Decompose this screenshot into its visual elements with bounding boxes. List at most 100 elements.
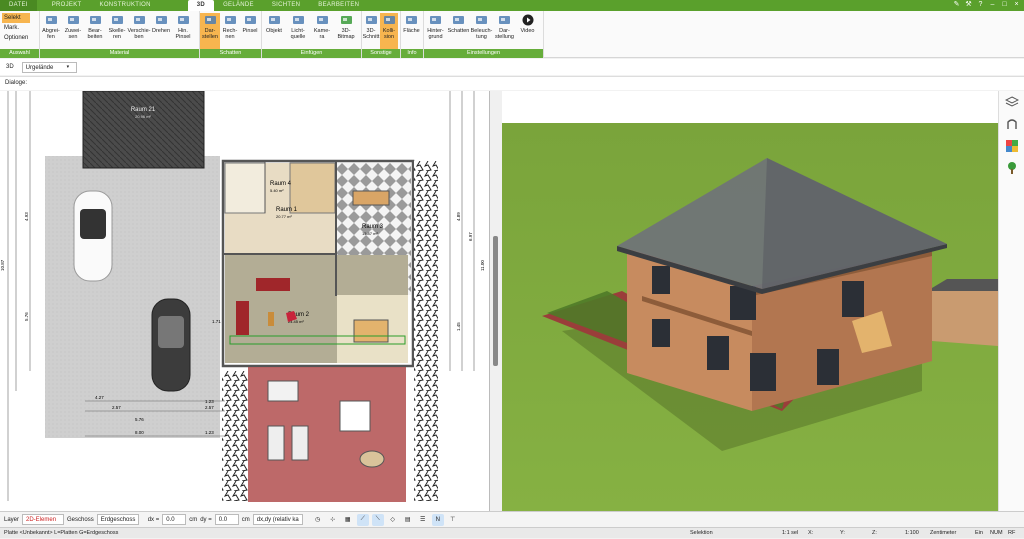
status-scale: 1:100 (905, 530, 919, 536)
pinsel-button[interactable]: Pinsel (240, 13, 260, 49)
sunbed (291, 425, 309, 461)
floor-plan-canvas[interactable]: Raum 21 20.96 m² Raum 4 5.40 m² Raum 1 2… (0, 91, 490, 511)
view-bar: 3D Urgelände ▾ (0, 59, 1024, 75)
layers-icon[interactable]: ◇ (387, 514, 399, 526)
video-button[interactable]: Video (516, 13, 539, 49)
zuweisen-icon (66, 13, 80, 26)
3dbitmap-button[interactable]: 3D- Bitmap (334, 13, 358, 49)
video-icon (521, 13, 535, 26)
status-x: X: (808, 530, 814, 536)
dimension: 4.89 (456, 212, 461, 221)
dy-input[interactable]: 0.0 (214, 514, 239, 525)
tool-icon[interactable]: ⚒ (965, 1, 972, 9)
material-icon[interactable] (999, 135, 1024, 157)
status-unit: Zentimeter (930, 530, 957, 536)
garden-table (339, 400, 371, 432)
mark-button[interactable]: Mark. (2, 23, 30, 33)
zuweisen-button[interactable]: Zuwei- sen (62, 13, 84, 49)
tab-bearbeiten[interactable]: BEARBEITEN (309, 0, 368, 11)
dimension: 5.76 (135, 417, 144, 422)
line-icon[interactable]: ⟋ (356, 513, 369, 526)
objekt-button[interactable]: Objekt (262, 13, 286, 49)
hintergrund-button[interactable]: Hinter- grund (424, 13, 447, 49)
button-label: Fläche (403, 28, 420, 34)
help-icon[interactable]: ? (977, 1, 984, 9)
select-button[interactable]: Selekt (2, 13, 31, 23)
3d-view[interactable] (502, 91, 998, 511)
tab-datei[interactable]: DATEI (0, 0, 37, 11)
sunbed (267, 425, 285, 461)
skelleren-icon (110, 13, 124, 26)
dimension: 4.93 (24, 212, 29, 221)
room-label: Raum 4 (270, 181, 292, 187)
view-mode: 3D (6, 64, 14, 70)
floor-select[interactable]: Erdgeschoss (96, 514, 139, 525)
abgreifen-button[interactable]: Abgrei- fen (40, 13, 62, 49)
room-label: Raum 3 (362, 224, 384, 230)
button-label: Rech- nen (222, 28, 238, 40)
rechnen-button[interactable]: Rech- nen (220, 13, 240, 49)
kollision-button[interactable]: Kolli- sion (380, 13, 398, 49)
pin-icon[interactable]: ✎ (953, 1, 960, 9)
layers-icon[interactable] (999, 91, 1024, 113)
right-toolbar (998, 91, 1024, 511)
snap-icon[interactable]: ⊹ (327, 514, 339, 526)
button-label: Video (520, 28, 535, 34)
dimension: 8.00 (135, 430, 144, 435)
dy-label: dy = (200, 516, 212, 523)
tree-icon[interactable] (999, 157, 1024, 179)
schatten-button[interactable]: Schatten (447, 13, 470, 49)
dx-input[interactable]: 0.0 (162, 514, 187, 525)
beleuchtung-icon (475, 13, 489, 26)
tab-3d[interactable]: 3D (187, 0, 215, 11)
splitter[interactable] (490, 91, 502, 511)
north-icon[interactable]: N (431, 513, 444, 526)
dimension: 6.97 (468, 232, 473, 241)
maximize-icon[interactable]: □ (1001, 1, 1008, 9)
grid-icon[interactable]: ▦ (342, 514, 354, 526)
darstellung-button[interactable]: Dar- stellung (493, 13, 516, 49)
status-ein: Ein (975, 530, 983, 536)
dimension: 11.00 (480, 260, 485, 271)
group-sonstige: 3D- Schnitt Kolli- sion Sonstige (362, 11, 401, 58)
status-y: Y: (840, 530, 845, 536)
verschieben-button[interactable]: Verschie- ben (128, 13, 150, 49)
unit-label: cm (241, 516, 250, 523)
darstellen-button[interactable]: Dar- stellen (200, 13, 220, 49)
beleuchtung-button[interactable]: Beleuch- tung (470, 13, 493, 49)
clock-icon[interactable]: ◷ (312, 514, 324, 526)
tab-sichten[interactable]: SICHTEN (263, 0, 309, 11)
group-label: Sonstige (362, 49, 400, 58)
fläche-button[interactable]: Fläche (401, 13, 422, 49)
options-button[interactable]: Optionen (2, 33, 30, 43)
lichtquelle-button[interactable]: Licht- quelle (286, 13, 310, 49)
drehen-button[interactable]: Drehen (150, 13, 172, 49)
scroll-thumb[interactable] (493, 236, 498, 366)
group-label: Einfügen (262, 49, 361, 58)
floor-plan-view[interactable]: Raum 21 20.96 m² Raum 4 5.40 m² Raum 1 2… (0, 91, 490, 511)
button-label: Kame- ra (313, 28, 331, 40)
kamera-button[interactable]: Kame- ra (310, 13, 334, 49)
table-icon[interactable]: ▤ (402, 514, 414, 526)
tab-projekt[interactable]: PROJEKT (43, 0, 91, 11)
chevron-down-icon[interactable]: ▾ (67, 64, 70, 70)
pin-icon[interactable]: ⊤ (447, 514, 459, 526)
hin.pinsel-button[interactable]: Hin. Pinsel (172, 13, 194, 49)
skelleren-button[interactable]: Skelle- ren (106, 13, 128, 49)
coord-mode-select[interactable]: dx,dy (relativ ka (252, 514, 303, 525)
tab-gelände[interactable]: GELÄNDE (214, 0, 263, 11)
minimize-icon[interactable]: – (989, 1, 996, 9)
ribbon: Selekt Mark. Optionen Auswahl Abgrei- fe… (0, 11, 1024, 58)
tab-konstruktion[interactable]: KONSTRUKTION (91, 0, 160, 11)
3d-canvas[interactable] (502, 91, 998, 511)
sofa (236, 301, 249, 335)
wall-icon[interactable]: ⟍ (371, 513, 384, 526)
close-icon[interactable]: × (1013, 1, 1020, 9)
3dschnitt-button[interactable]: 3D- Schnitt (362, 13, 380, 49)
layer-select[interactable]: 2D-Elemen (22, 514, 65, 525)
bearbeiten-button[interactable]: Bear- beiten (84, 13, 106, 49)
group-label: Einstellungen (424, 49, 543, 58)
stack-icon[interactable]: ☰ (417, 514, 429, 526)
room-raum4 (224, 162, 266, 214)
furniture-icon[interactable] (999, 113, 1024, 135)
